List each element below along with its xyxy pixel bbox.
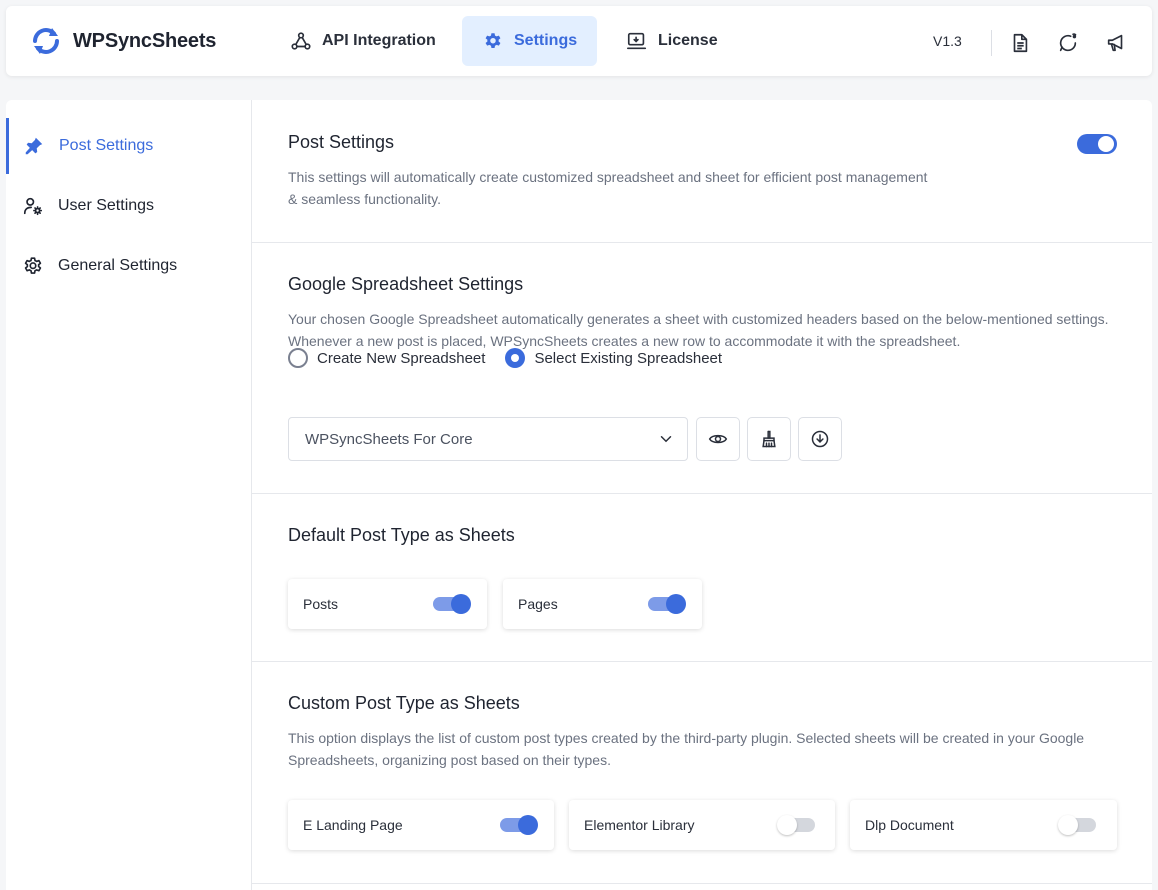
webhook-icon <box>291 32 311 50</box>
section-description: This option displays the list of custom … <box>288 730 1085 768</box>
tab-api-integration[interactable]: API Integration <box>270 16 456 66</box>
sidebar-item-label: User Settings <box>58 197 155 214</box>
sidebar-item-post-settings[interactable]: Post Settings <box>6 118 251 174</box>
section-description: Your chosen Google Spreadsheet automatic… <box>288 311 1109 349</box>
tab-label: API Integration <box>322 32 436 49</box>
section-title: Post Settings <box>288 132 395 152</box>
broom-icon <box>762 430 776 448</box>
support-button[interactable] <box>1054 29 1082 57</box>
spreadsheet-settings-section: Google Spreadsheet Settings Your chosen … <box>252 243 1152 494</box>
settings-content: Post Settings This settings will automat… <box>252 100 1152 890</box>
logo[interactable]: WPSyncSheets <box>28 23 216 59</box>
spreadsheet-mode-radio-group: Create New Spreadsheet Select Existing S… <box>288 348 742 368</box>
post-type-label: Dlp Document <box>865 817 954 833</box>
elementor-library-toggle[interactable] <box>777 815 815 835</box>
sidebar-item-user-settings[interactable]: User Settings <box>6 178 251 234</box>
spreadsheet-select[interactable]: WPSyncSheets For Core <box>288 417 688 461</box>
eye-icon <box>708 434 728 444</box>
custom-post-types-section: Custom Post Type as Sheets This option d… <box>252 662 1152 884</box>
radio-circle <box>505 348 526 368</box>
gear-icon <box>24 257 42 274</box>
post-type-card-posts[interactable]: Posts <box>288 579 487 629</box>
settings-sidebar: Post Settings User Settings General Sett… <box>6 100 252 890</box>
download-spreadsheet-button[interactable] <box>798 417 842 461</box>
radio-label: Select Existing Spreadsheet <box>534 349 723 367</box>
toggle-knob <box>1058 815 1078 835</box>
main-panel: Post Settings User Settings General Sett… <box>6 100 1152 890</box>
view-spreadsheet-button[interactable] <box>696 417 740 461</box>
section-title: Default Post Type as Sheets <box>288 525 515 545</box>
pin-icon <box>25 137 43 155</box>
radio-circle <box>288 348 308 368</box>
clear-spreadsheet-button[interactable] <box>747 417 791 461</box>
version-label: V1.3 <box>933 33 962 49</box>
toggle-knob <box>777 815 797 835</box>
download-icon <box>811 430 829 448</box>
tab-label: License <box>658 32 718 49</box>
app-name: WPSyncSheets <box>73 29 217 52</box>
post-settings-section: Post Settings This settings will automat… <box>252 100 1152 243</box>
custom-post-type-card-dlp-document[interactable]: Dlp Document <box>850 800 1117 850</box>
radio-label: Create New Spreadsheet <box>317 349 486 367</box>
post-settings-toggle[interactable] <box>1077 134 1117 154</box>
announcements-button[interactable] <box>1102 29 1130 57</box>
radio-select-existing-spreadsheet[interactable]: Select Existing Spreadsheet <box>505 348 722 368</box>
e-landing-page-toggle[interactable] <box>500 815 538 835</box>
selected-spreadsheet: WPSyncSheets For Core <box>305 430 473 448</box>
post-type-label: E Landing Page <box>303 817 403 833</box>
toggle-knob <box>666 594 686 614</box>
tab-license[interactable]: License <box>606 16 738 66</box>
section-title: Custom Post Type as Sheets <box>288 693 520 713</box>
sidebar-item-label: General Settings <box>58 257 178 274</box>
chevron-down-icon <box>660 436 672 443</box>
tab-label: Settings <box>514 32 578 49</box>
toggle-knob <box>451 594 471 614</box>
section-title: Google Spreadsheet Settings <box>288 274 524 294</box>
dlp-document-toggle[interactable] <box>1058 815 1096 835</box>
radio-create-new-spreadsheet[interactable]: Create New Spreadsheet <box>288 348 485 368</box>
sync-logo-icon <box>33 28 59 54</box>
user-gear-icon <box>23 197 43 216</box>
post-type-card-pages[interactable]: Pages <box>503 579 702 629</box>
post-type-label: Elementor Library <box>584 817 695 833</box>
gear-icon <box>485 33 501 49</box>
divider <box>991 30 992 56</box>
default-post-types-section: Default Post Type as Sheets Posts Pages <box>252 494 1152 662</box>
post-type-label: Posts <box>303 596 339 612</box>
custom-post-type-card-elementor-library[interactable]: Elementor Library <box>569 800 835 850</box>
toggle-knob <box>518 815 538 835</box>
posts-toggle[interactable] <box>433 594 471 614</box>
custom-post-type-card-e-landing-page[interactable]: E Landing Page <box>288 800 554 850</box>
sidebar-item-general-settings[interactable]: General Settings <box>6 238 251 294</box>
megaphone-icon <box>1107 34 1123 52</box>
top-navbar: WPSyncSheets API Integration Settings Li… <box>6 6 1152 76</box>
chat-bubble-icon <box>1059 33 1077 52</box>
section-description: This settings will automatically create … <box>288 169 928 207</box>
tab-settings[interactable]: Settings <box>462 16 598 66</box>
post-type-label: Pages <box>518 596 558 612</box>
sidebar-item-label: Post Settings <box>59 137 154 154</box>
documentation-button[interactable] <box>1006 29 1034 57</box>
pages-toggle[interactable] <box>648 594 686 614</box>
document-icon <box>1013 33 1028 53</box>
license-monitor-icon <box>627 32 647 50</box>
